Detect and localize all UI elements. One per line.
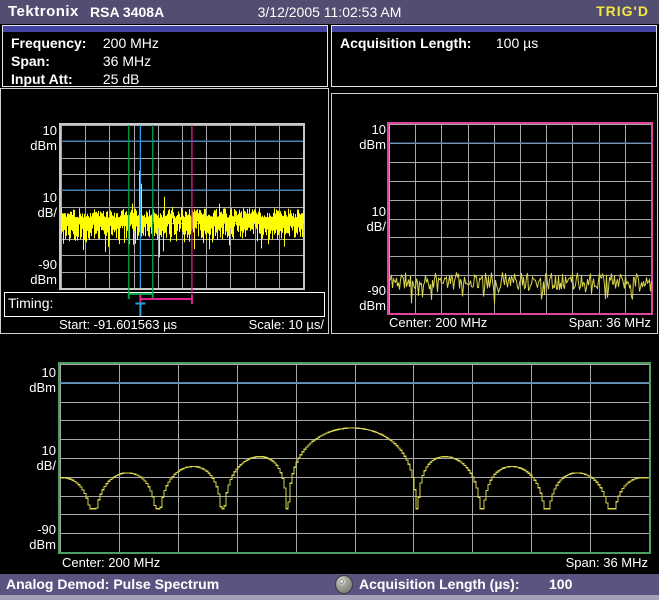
start-readout: Start: -91.601563 µs	[59, 317, 177, 332]
acquisition-length-value[interactable]: 100	[549, 576, 572, 592]
knob-indicator-dot	[339, 579, 344, 584]
center-readout: Center: 200 MHz	[389, 315, 487, 330]
trigger-status-badge: TRIG'D	[596, 3, 649, 19]
pulse-spectrum-view[interactable]: 10dBm 10dB/ -90dBm Center: 200 MHz Span:…	[0, 337, 659, 575]
span-readout: Span: 36 MHz	[566, 555, 648, 570]
setting-value: 36 MHz	[103, 53, 151, 69]
center-readout: Center: 200 MHz	[62, 555, 160, 570]
rotary-knob-icon[interactable]	[335, 575, 353, 594]
span-readout: Span: 36 MHz	[569, 315, 651, 330]
marker-magenta-bracket	[140, 295, 192, 304]
trigger-t-icon	[135, 303, 145, 316]
setting-label: Input Att:	[11, 70, 99, 88]
panel-top-bar	[332, 26, 656, 32]
grid	[61, 125, 304, 289]
y-axis-label-bottom: -90dBm	[334, 283, 386, 313]
acquisition-length-control[interactable]: Acquisition Length (µs):	[359, 576, 520, 592]
panel-top-bar	[3, 26, 327, 32]
setting-label: Acquisition Length:	[340, 34, 492, 52]
scale-readout: Scale: 10 µs/	[249, 317, 324, 332]
setting-value: 25 dB	[103, 71, 140, 87]
pulse-spectrum-plot[interactable]	[0, 337, 659, 575]
y-axis-label-top: 10dBm	[4, 365, 56, 395]
y-axis-label-bottom: -90dBm	[4, 522, 56, 552]
setting-value: 200 MHz	[103, 35, 159, 51]
datetime-label: 3/12/2005 11:02:53 AM	[0, 4, 659, 20]
setting-label: Span:	[11, 52, 99, 70]
y-axis-label-top: 10dBm	[334, 122, 386, 152]
instrument-screen: Tektronix RSA 3408A 3/12/2005 11:02:53 A…	[0, 0, 659, 600]
settings-panel-left: Frequency: 200 MHz Span: 36 MHz Input At…	[2, 25, 328, 87]
y-axis-label-mid: 10dB/	[5, 190, 57, 220]
y-axis-label-mid: 10dB/	[4, 443, 56, 473]
y-axis-label-top: 10dBm	[5, 123, 57, 153]
time-overview-view[interactable]: 10dBm 10dB/ -90dBm Timing: Start: -91.60…	[0, 88, 329, 334]
bottom-strip	[0, 595, 659, 600]
y-axis-label-bottom: -90dBm	[5, 257, 57, 287]
app-header: Tektronix RSA 3408A 3/12/2005 11:02:53 A…	[0, 0, 659, 24]
settings-panel-right: Acquisition Length: 100 µs	[331, 25, 657, 87]
y-axis-label-mid: 10dB/	[334, 204, 386, 234]
spectrum-view[interactable]: 10dBm 10dB/ -90dBm Center: 200 MHz Span:…	[331, 93, 658, 334]
setting-label: Frequency:	[11, 34, 99, 52]
demod-mode-label: Analog Demod: Pulse Spectrum	[6, 576, 219, 592]
timing-label: Timing:	[8, 295, 53, 311]
acquisition-length-row: Acquisition Length: 100 µs	[340, 34, 538, 52]
span-row: Span: 36 MHz	[11, 52, 159, 70]
status-bar: Analog Demod: Pulse Spectrum Acquisition…	[0, 574, 659, 595]
frequency-row: Frequency: 200 MHz	[11, 34, 159, 52]
setting-value: 100 µs	[496, 35, 538, 51]
input-att-row: Input Att: 25 dB	[11, 70, 159, 88]
grid	[60, 364, 650, 553]
